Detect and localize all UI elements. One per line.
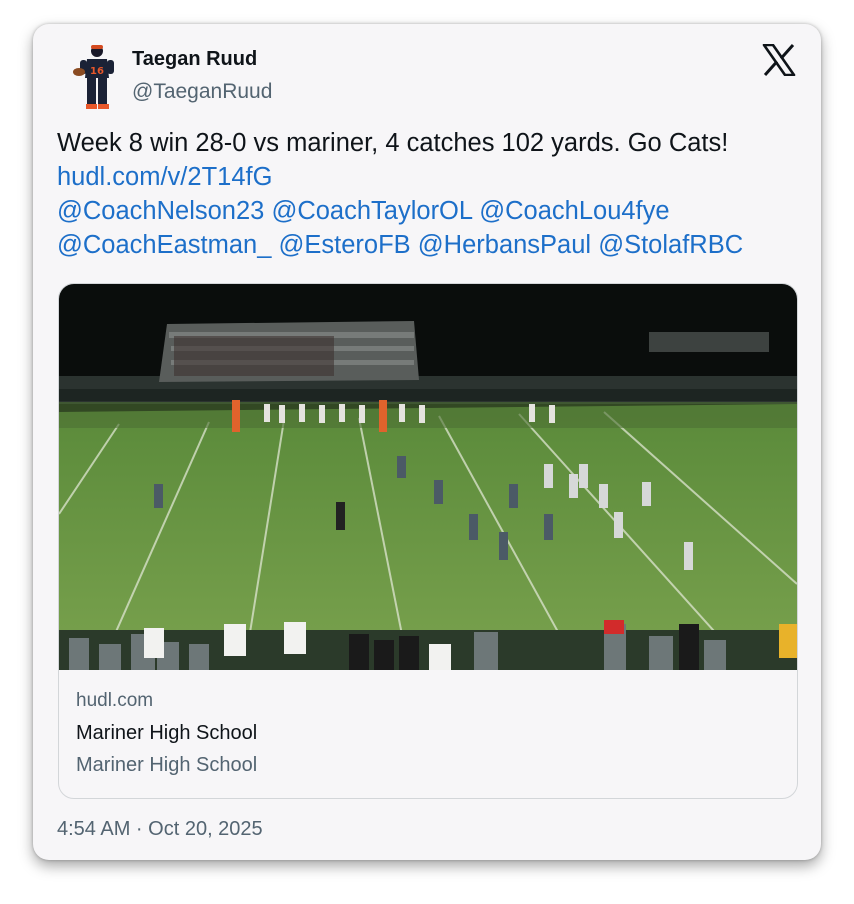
tweet-text: Week 8 win 28-0 vs mariner, 4 catches 10… [57,126,807,262]
tweet-timestamp[interactable]: 4:54 AM · Oct 20, 2025 [57,818,263,841]
avatar[interactable]: 16 [61,42,125,112]
x-logo-icon[interactable] [762,44,796,76]
link-preview-image[interactable] [59,284,797,670]
mention-link[interactable]: @StolafRBC [598,231,743,259]
mention-link[interactable]: @CoachTaylorOL [271,197,472,225]
author-handle[interactable]: @TaeganRuud [132,80,272,104]
mention-link[interactable]: @CoachNelson23 [57,197,264,225]
mention-link[interactable]: @CoachEastman_ [57,231,271,259]
mentions-line-1: @CoachNelson23 @CoachTaylorOL @CoachLou4… [57,194,807,228]
tweet-card: 16 Taegan Ruud @TaeganRuud Week 8 win 28… [33,24,821,860]
link-domain: hudl.com [76,690,154,711]
tweet-link[interactable]: hudl.com/v/2T14fG [57,163,272,191]
mention-link[interactable]: @CoachLou4fye [479,197,669,225]
mention-link[interactable]: @EsteroFB [279,231,411,259]
link-title: Mariner High School [76,722,258,744]
svg-text:16: 16 [90,66,104,77]
mention-link[interactable]: @HerbansPaul [418,231,591,259]
link-preview-card[interactable]: hudl.com Mariner High School Mariner Hig… [58,283,798,799]
tweet-body: Week 8 win 28-0 vs mariner, 4 catches 10… [57,129,729,157]
mentions-line-2: @CoachEastman_ @EsteroFB @HerbansPaul @S… [57,228,807,262]
author-name[interactable]: Taegan Ruud [132,48,257,71]
link-description: Mariner High School [76,754,258,776]
